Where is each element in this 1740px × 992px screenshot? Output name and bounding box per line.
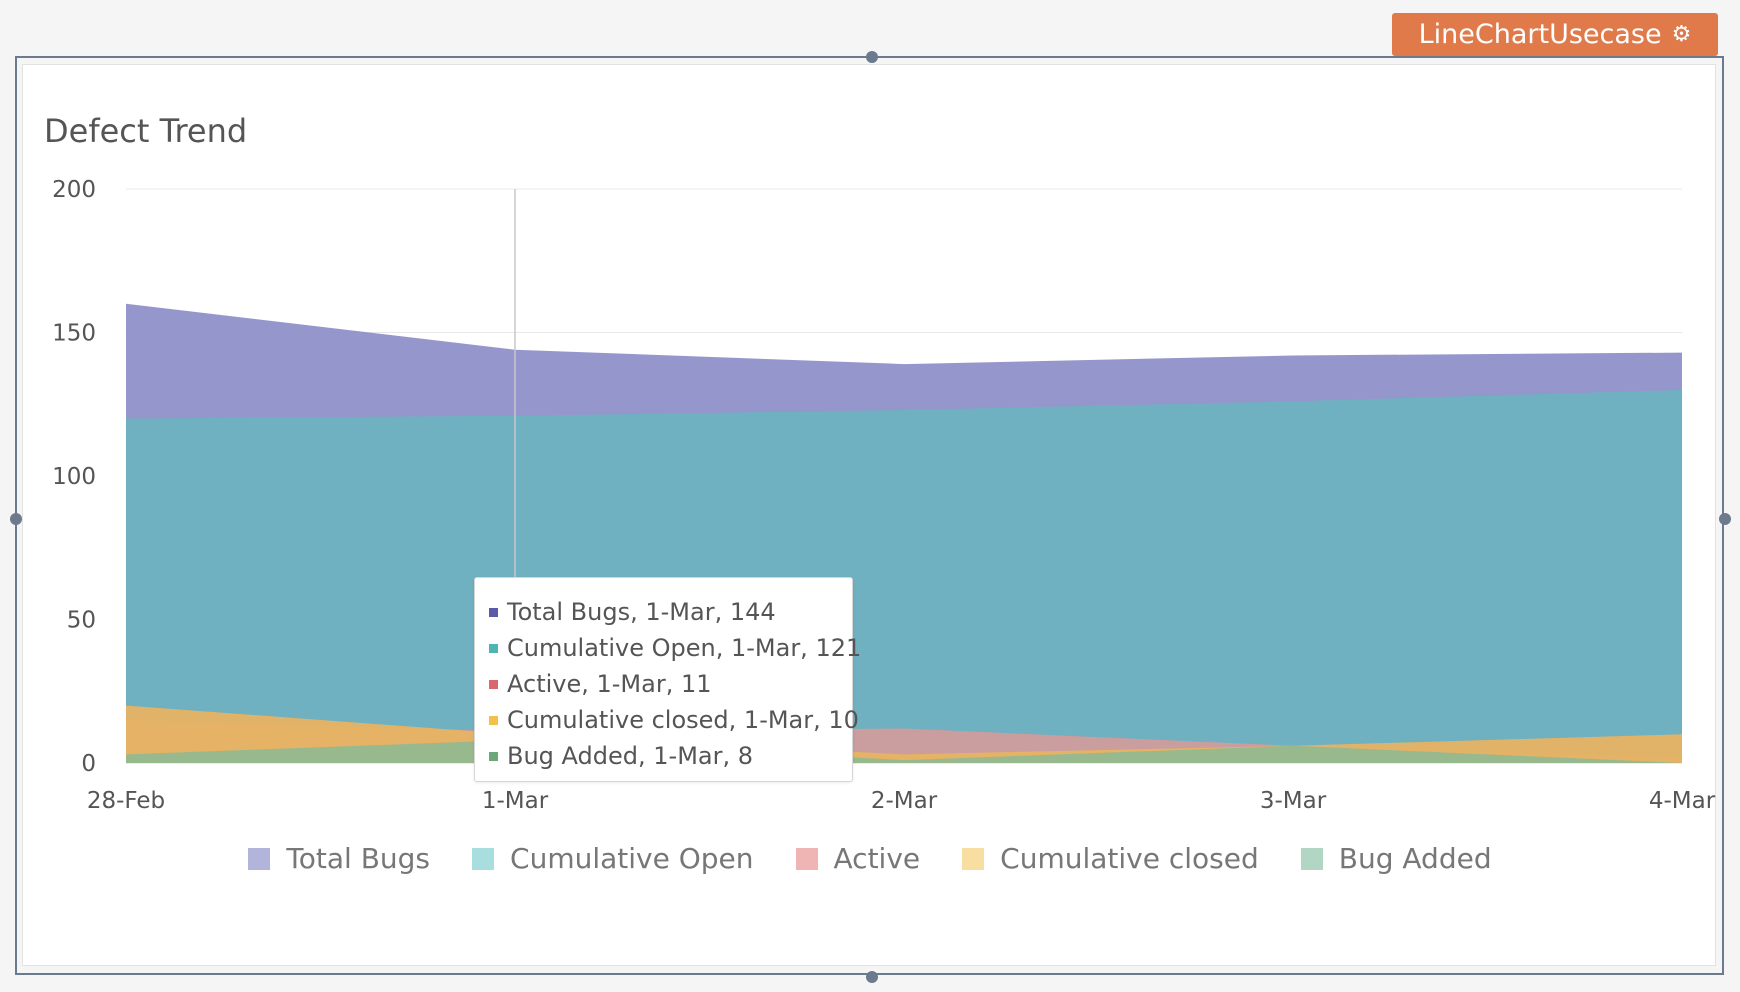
chart-tooltip: Total Bugs, 1-Mar, 144 Cumulative Open, 1… — [474, 577, 861, 782]
y-tick-label: 0 — [81, 751, 96, 777]
y-tick-label: 200 — [52, 177, 96, 203]
tooltip-swatch — [489, 715, 498, 725]
legend-label: Bug Added — [1338, 842, 1492, 875]
legend-item[interactable]: Bug Added — [1300, 842, 1492, 875]
tooltip-swatch — [489, 679, 498, 689]
y-tick-label: 150 — [52, 321, 96, 347]
y-tick-label: 50 — [67, 608, 96, 634]
legend-swatch — [472, 847, 495, 870]
legend-label: Cumulative closed — [1000, 842, 1259, 875]
legend-label: Total Bugs — [286, 842, 431, 875]
x-tick-label: 2-Mar — [871, 788, 938, 814]
legend-swatch — [248, 847, 271, 870]
tooltip-row: Bug Added, 1-Mar, 8 — [489, 738, 852, 774]
legend-swatch — [1300, 847, 1323, 870]
x-tick-label: 4-Mar — [1649, 788, 1716, 814]
legend-item[interactable]: Cumulative closed — [962, 842, 1259, 875]
legend-item[interactable]: Cumulative Open — [472, 842, 754, 875]
y-tick-label: 100 — [52, 464, 96, 490]
chart-legend: Total Bugs Cumulative Open Active Cumulativ… — [0, 842, 1740, 875]
tooltip-swatch — [489, 643, 498, 653]
tooltip-row: Total Bugs, 1-Mar, 144 — [489, 594, 852, 630]
legend-swatch — [795, 847, 818, 870]
tooltip-text: Cumulative closed, 1-Mar, 10 — [507, 706, 859, 734]
legend-item[interactable]: Active — [795, 842, 921, 875]
x-tick-label: 28-Feb — [87, 788, 165, 814]
legend-item[interactable]: Total Bugs — [248, 842, 430, 875]
legend-label: Cumulative Open — [510, 842, 754, 875]
legend-swatch — [962, 847, 985, 870]
tooltip-swatch — [489, 751, 498, 761]
tooltip-row: Active, 1-Mar, 11 — [489, 666, 852, 702]
x-tick-label: 1-Mar — [482, 788, 549, 814]
tooltip-swatch — [489, 607, 498, 617]
tooltip-text: Total Bugs, 1-Mar, 144 — [507, 598, 776, 626]
tooltip-text: Cumulative Open, 1-Mar, 121 — [507, 634, 862, 662]
x-tick-label: 3-Mar — [1260, 788, 1327, 814]
area-cumulative-open[interactable] — [126, 389, 1682, 763]
legend-label: Active — [833, 842, 921, 875]
tooltip-text: Active, 1-Mar, 11 — [507, 670, 712, 698]
tooltip-text: Bug Added, 1-Mar, 8 — [507, 742, 753, 770]
tooltip-row: Cumulative closed, 1-Mar, 10 — [489, 702, 859, 738]
tooltip-row: Cumulative Open, 1-Mar, 121 — [489, 630, 861, 666]
